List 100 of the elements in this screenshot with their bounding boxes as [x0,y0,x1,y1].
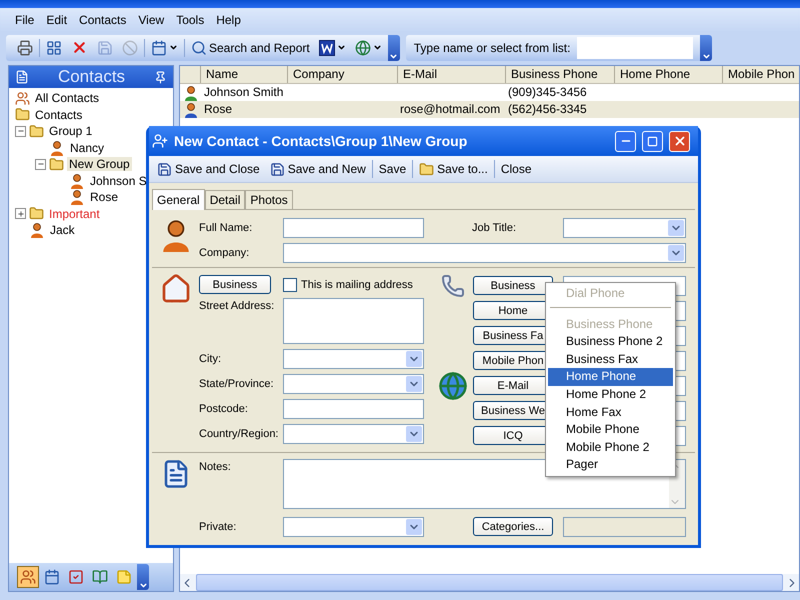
people-icon [20,569,36,585]
column-header[interactable]: Mobile Phon [723,66,800,83]
column-header[interactable]: Name [201,66,288,83]
folder-icon [15,107,30,122]
toolbar-button[interactable]: Save to... [415,158,492,180]
field-label: City: [199,352,222,364]
field-label: Job Title: [472,222,518,234]
menu-item[interactable]: Pager [548,456,673,474]
tree-item[interactable]: Jack [48,223,77,238]
toolbar-button[interactable]: Save [374,158,410,180]
tree-item[interactable]: New Group [67,157,132,172]
search-icon [191,40,207,56]
folder-icon [29,206,44,222]
menu-item[interactable]: File [10,11,40,29]
tree-item[interactable]: Group 1 [47,124,94,138]
categories-button[interactable]: Categories... [473,517,553,536]
close-button[interactable] [669,130,690,152]
text-area[interactable] [283,298,424,344]
calendar-icon [44,569,60,585]
table-row[interactable]: Rose rose@hotmail.com (562)456-3345 [180,101,799,118]
caret-icon [702,52,711,60]
dropdown-field[interactable] [283,348,424,368]
field-label: Private: [199,520,238,532]
minimize-button[interactable] [615,130,636,152]
expander-toggle[interactable] [35,158,46,170]
field-label: Country/Region: [199,428,280,440]
tree-item[interactable]: Important [47,206,102,221]
menu-item[interactable]: Help [211,11,246,29]
column-header[interactable]: Home Phone [615,66,723,83]
pin-icon[interactable] [154,70,167,84]
person-icon [183,102,199,118]
field-label: State/Province: [199,378,275,390]
toolbar-button[interactable]: Close [496,158,536,180]
dropdown-field[interactable] [283,516,424,536]
toolbar-overflow[interactable] [388,34,400,60]
save-icon [157,162,172,176]
field-label: Full Name: [199,222,254,234]
address-type-button[interactable]: Business [199,275,271,294]
tree-item[interactable]: All Contacts [33,91,102,106]
menu-item[interactable]: View [133,11,170,29]
phone-icon [441,274,465,298]
checkbox[interactable] [283,278,297,292]
menu-item[interactable]: Edit [41,11,72,29]
toolbar-button[interactable]: Search and Report [188,36,313,58]
menu-item[interactable]: Home Phone [548,368,673,386]
panel-icon [15,70,29,84]
dialog-title: New Contact - Contacts\Group 1\New Group [174,133,468,149]
menu-item[interactable]: Contacts [74,11,132,29]
column-header[interactable]: Company [288,66,398,83]
toolbar-overflow[interactable] [700,34,712,60]
toolbar-overflow[interactable] [137,564,149,590]
folder-icon [29,124,44,139]
folder-icon [49,156,64,172]
caret-icon [169,43,178,52]
globe-icon [438,370,468,400]
table-cell-text: (909)345-3456 [507,84,588,101]
save-icon [97,40,113,56]
expander-toggle[interactable] [15,126,26,137]
dropdown-field[interactable] [283,424,424,444]
printer-icon [17,40,33,56]
table-cell-text: rose@hotmail.com [399,101,502,118]
quick-find-field[interactable] [577,36,694,58]
person-icon [29,222,45,238]
folder-icon [419,162,434,176]
expander-toggle[interactable] [15,208,26,220]
globe-icon [354,40,371,56]
close-icon [672,134,686,148]
caret-icon [138,581,148,590]
maximize-button[interactable] [642,130,663,152]
column-header[interactable]: Business Phone [506,66,615,83]
tab[interactable]: Detail [204,190,246,209]
column-header[interactable]: E-Mail [398,66,506,83]
maximize-icon [647,136,658,146]
input-field[interactable] [283,398,424,418]
house-icon [160,273,192,305]
save-icon [270,162,285,176]
table-cell-text: (562)456-3345 [507,101,588,118]
delete-icon [71,39,88,56]
person-icon [49,140,65,156]
field-label: Notes: [199,460,232,473]
toolbar-button[interactable]: Save and Close [153,158,264,180]
tree-item[interactable]: Contacts [33,108,84,122]
tree-item[interactable]: Nancy [68,140,106,155]
dropdown-field[interactable] [563,218,686,238]
people-icon [15,90,30,106]
toolbar-button[interactable]: Save and New [266,158,370,180]
menu-item[interactable]: Tools [171,11,210,29]
tree-item[interactable]: Rose [88,190,120,204]
checkbox-label: This is mailing address [301,278,413,290]
tree-item[interactable]: Johnson S [88,174,149,188]
horizontal-scrollbar[interactable] [180,574,799,591]
input-field[interactable] [283,218,424,238]
navigation-button[interactable] [17,566,39,588]
dropdown-field[interactable] [283,243,686,263]
tab[interactable]: Photos [245,190,293,209]
contact-type-button[interactable]: Business [473,276,553,295]
tab[interactable]: General [152,189,205,210]
table-cell-text: Johnson Smith [203,84,284,101]
input-field[interactable] [563,516,686,536]
dropdown-field[interactable] [283,374,424,394]
